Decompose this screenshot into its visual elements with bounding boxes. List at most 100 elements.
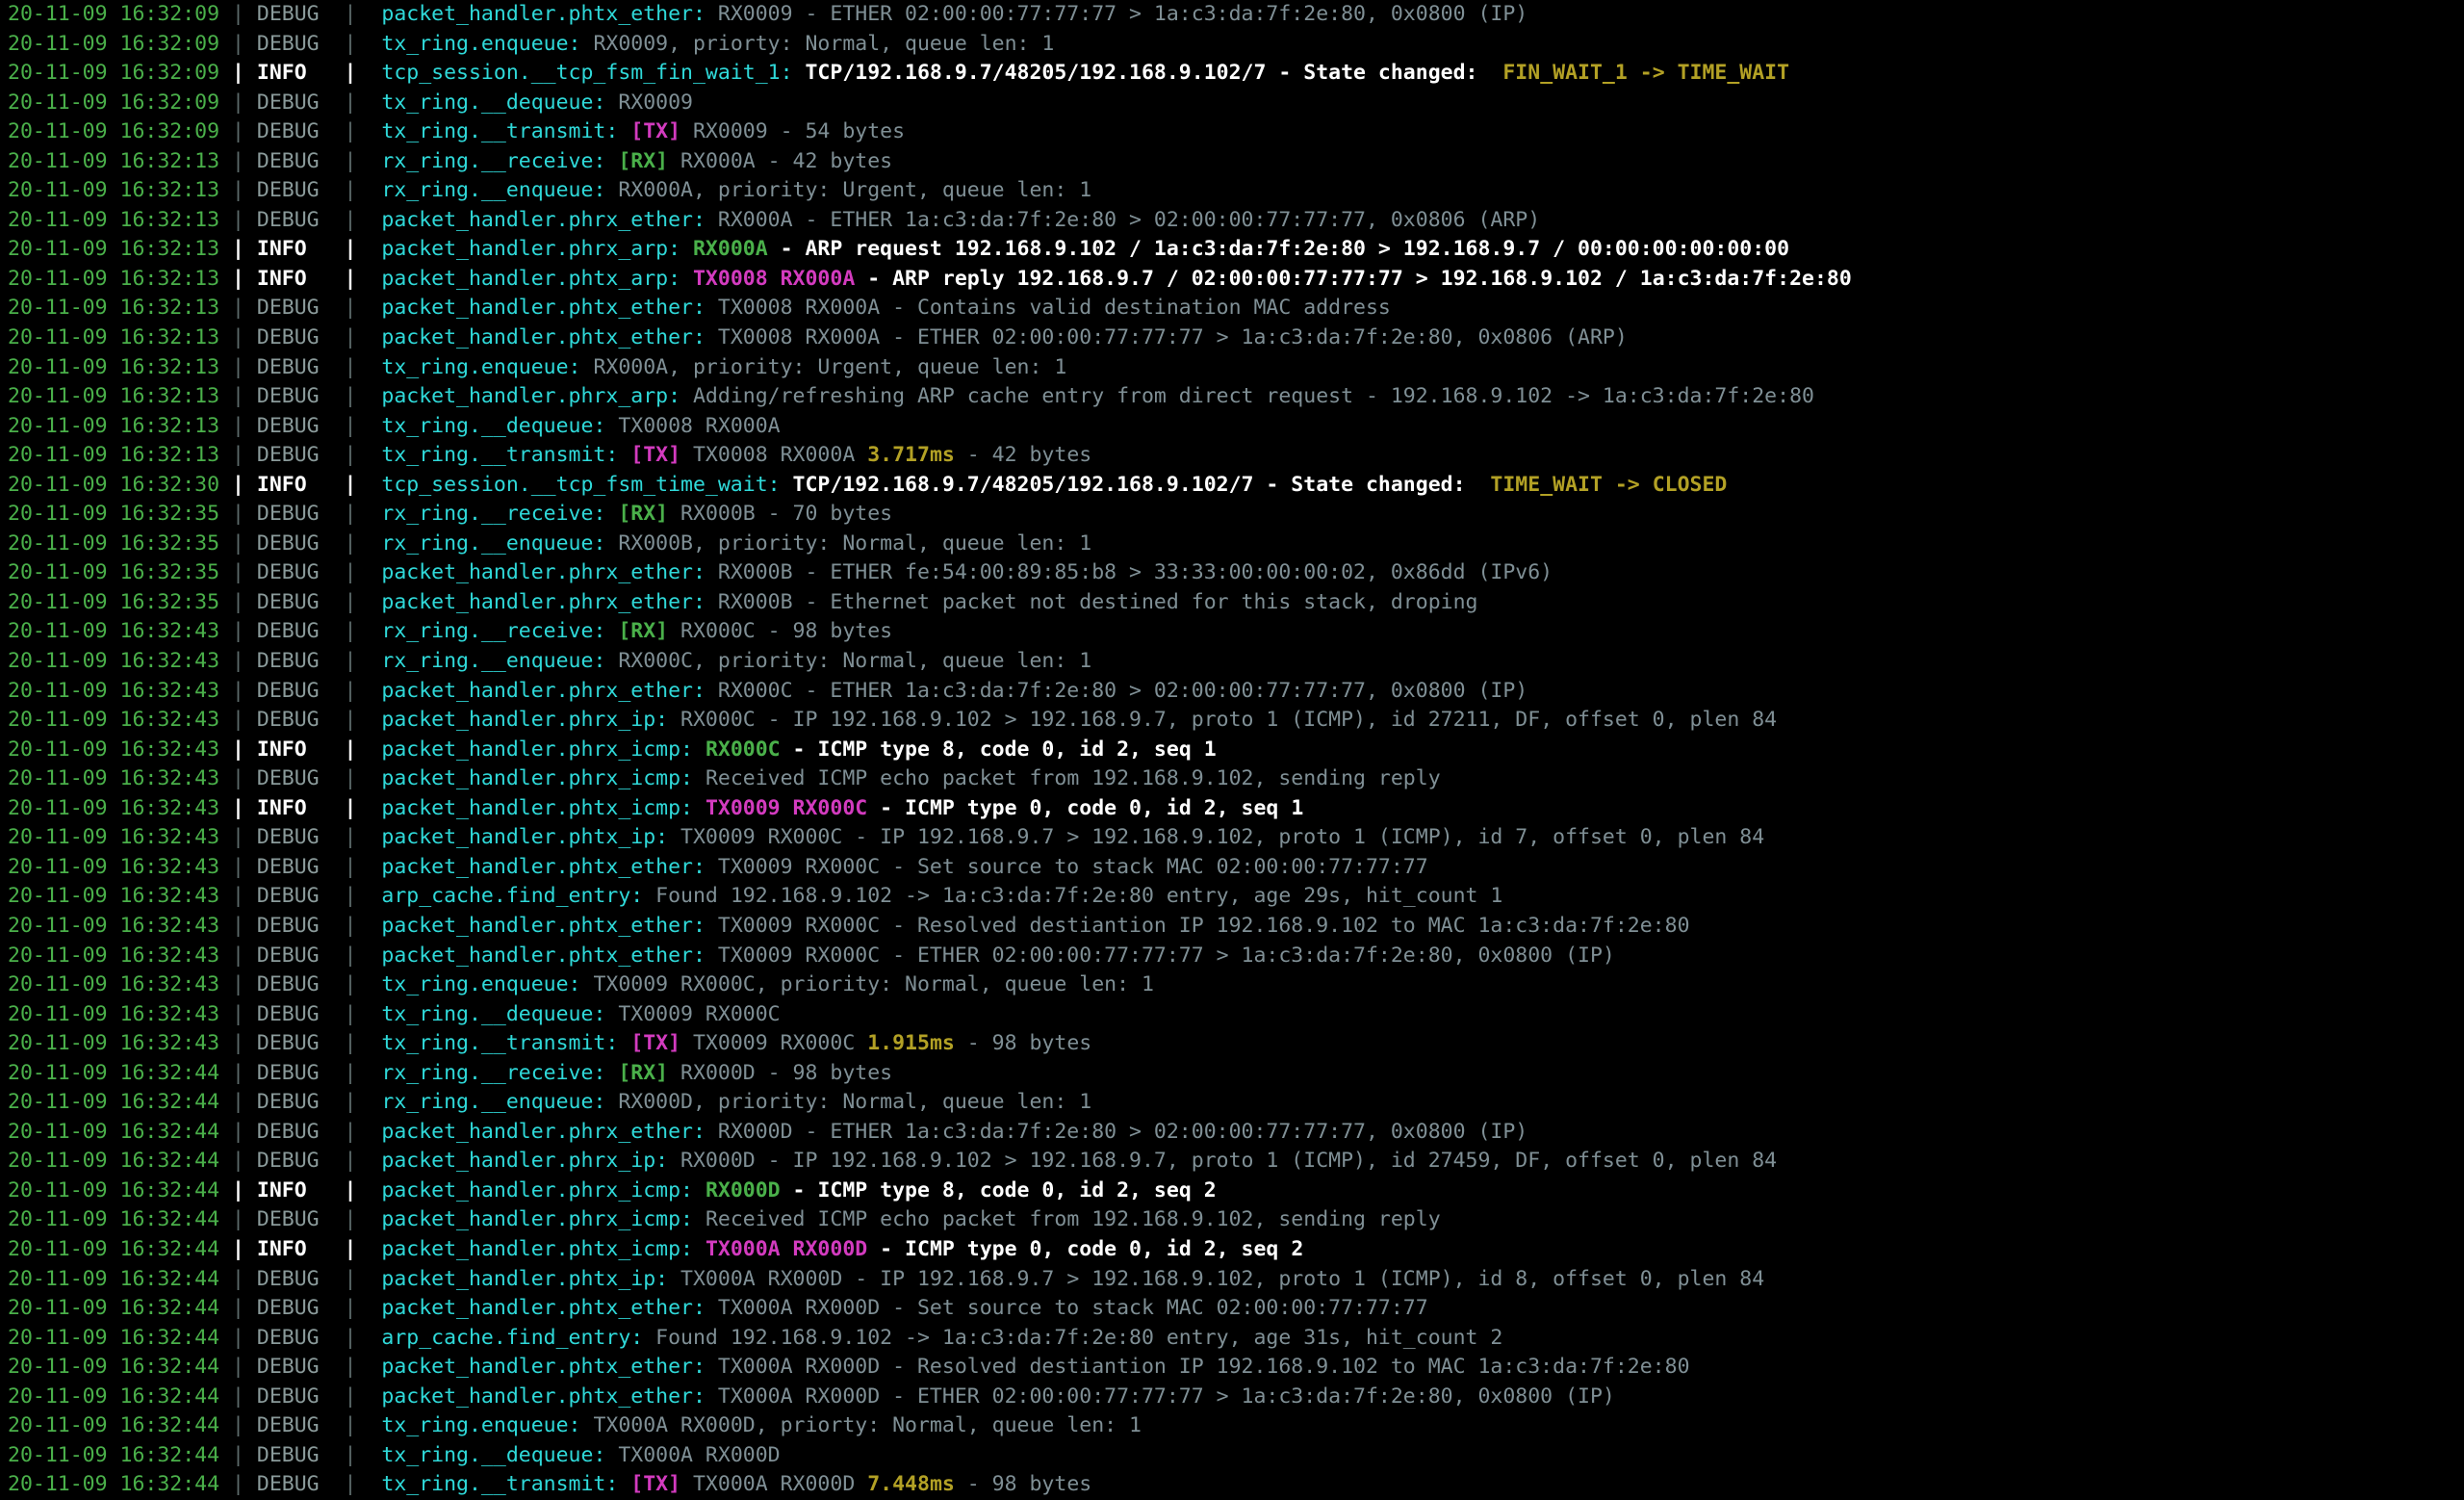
log-level-padding	[320, 825, 345, 849]
log-module: tcp_session.__tcp_fsm_fin_wait_1	[381, 61, 781, 86]
log-module: packet_handler.phtx_ether	[381, 2, 693, 26]
log-level-padding	[320, 1355, 345, 1379]
log-message: - ICMP type 0, code 0, id 2, seq 1	[867, 795, 1304, 820]
log-separator: |	[219, 1325, 257, 1350]
log-separator: |	[344, 1207, 382, 1232]
log-module: packet_handler.phrx_arp	[381, 384, 669, 409]
tx-packet-label: [TX]	[630, 119, 681, 144]
log-line: 20-11-09 16:32:44 | INFO | packet_handle…	[0, 1235, 2464, 1265]
log-separator: |	[344, 178, 382, 203]
log-level-padding	[320, 619, 345, 643]
log-level-padding	[320, 1296, 345, 1320]
log-timestamp: 20-11-09 16:32:43	[8, 972, 220, 997]
log-timestamp: 20-11-09 16:32:43	[8, 795, 220, 820]
log-timestamp: 20-11-09 16:32:44	[8, 1119, 220, 1144]
log-level: DEBUG	[256, 1090, 320, 1115]
log-timestamp: 20-11-09 16:32:13	[8, 178, 220, 203]
log-timestamp: 20-11-09 16:32:13	[8, 413, 220, 438]
log-module: packet_handler.phrx_arp	[381, 237, 669, 262]
log-level: DEBUG	[256, 619, 320, 644]
log-level: DEBUG	[256, 296, 320, 321]
log-module-colon: :	[680, 737, 706, 762]
log-module-colon: :	[692, 325, 718, 350]
log-module-colon: :	[605, 119, 631, 144]
log-timestamp: 20-11-09 16:32:43	[8, 1001, 220, 1026]
log-message: - ARP reply 192.168.9.7 / 02:00:00:77:77…	[855, 266, 1852, 291]
log-message: RX000B, priority: Normal, queue len: 1	[618, 530, 1092, 556]
log-level-padding	[320, 1384, 345, 1409]
log-separator: |	[344, 1090, 382, 1115]
log-level-padding	[307, 1237, 345, 1261]
log-separator: |	[219, 413, 257, 438]
log-timestamp: 20-11-09 16:32:44	[8, 1060, 220, 1085]
log-separator: |	[219, 384, 257, 409]
log-separator: |	[219, 61, 257, 86]
log-separator: |	[219, 502, 257, 527]
log-module-colon: :	[680, 1177, 706, 1203]
log-message: RX000D - IP 192.168.9.102 > 192.168.9.7,…	[680, 1149, 1778, 1174]
log-module: tcp_session.__tcp_fsm_time_wait	[381, 472, 768, 497]
log-message: - ARP request 192.168.9.102 / 1a:c3:da:7…	[767, 237, 1790, 262]
log-message: RX000D, priority: Normal, queue len: 1	[618, 1090, 1092, 1115]
log-message: Found 192.168.9.102 -> 1a:c3:da:7f:2e:80…	[655, 1325, 1503, 1350]
terminal-log-viewport[interactable]: 20-11-09 16:32:09 | DEBUG | packet_handl…	[0, 0, 2464, 1496]
log-module-colon: :	[680, 1236, 706, 1261]
log-module: tx_ring.__transmit	[381, 1031, 606, 1056]
log-module-colon: :	[692, 1384, 718, 1409]
log-module-colon: :	[593, 1060, 619, 1085]
log-message: Adding/refreshing ARP cache entry from d…	[692, 384, 1814, 409]
log-message: RX0009, priorty: Normal, queue len: 1	[593, 31, 1055, 56]
log-separator: |	[344, 325, 382, 350]
tx-packet-label: [TX]	[630, 443, 681, 468]
log-separator: |	[219, 884, 257, 909]
log-message: TX0008 RX000A - Contains valid destinati…	[717, 296, 1391, 321]
log-line: 20-11-09 16:32:43 | INFO | packet_handle…	[0, 736, 2464, 765]
log-separator: |	[344, 678, 382, 703]
log-separator: |	[344, 1413, 382, 1438]
log-separator: |	[219, 1296, 257, 1321]
log-module: packet_handler.phtx_ether	[381, 1384, 693, 1409]
log-level: DEBUG	[256, 530, 320, 556]
log-separator: |	[219, 237, 257, 262]
log-message: TX0008 RX000A - ETHER 02:00:00:77:77:77 …	[717, 325, 1628, 350]
log-line: 20-11-09 16:32:43 | DEBUG | tx_ring.__tr…	[0, 1029, 2464, 1059]
log-timestamp: 20-11-09 16:32:35	[8, 502, 220, 527]
log-message: - ICMP type 8, code 0, id 2, seq 2	[780, 1177, 1217, 1203]
log-level-padding	[320, 1267, 345, 1291]
log-separator: |	[219, 678, 257, 703]
log-module-colon: :	[593, 619, 619, 644]
log-separator: |	[219, 1119, 257, 1144]
log-level: DEBUG	[256, 2, 320, 26]
log-line: 20-11-09 16:32:43 | DEBUG | rx_ring.__re…	[0, 617, 2464, 647]
log-line: 20-11-09 16:32:44 | INFO | packet_handle…	[0, 1177, 2464, 1206]
log-message: RX000D - ETHER 1a:c3:da:7f:2e:80 > 02:00…	[717, 1119, 1528, 1144]
log-message: TX0009 RX000C	[618, 1001, 781, 1026]
log-line: 20-11-09 16:32:43 | DEBUG | tx_ring.enqu…	[0, 970, 2464, 1000]
log-level-padding	[320, 178, 345, 202]
log-separator: |	[219, 1090, 257, 1115]
log-timestamp: 20-11-09 16:32:44	[8, 1413, 220, 1438]
log-level-padding	[320, 1031, 345, 1055]
log-separator: |	[344, 1001, 382, 1026]
log-separator: |	[344, 119, 382, 144]
log-line: 20-11-09 16:32:44 | DEBUG | tx_ring.__de…	[0, 1441, 2464, 1471]
log-module-colon: :	[593, 178, 619, 203]
log-message: TX0009 RX000C - IP 192.168.9.7 > 192.168…	[680, 825, 1765, 850]
log-separator: |	[344, 1296, 382, 1321]
log-module-colon: :	[593, 1001, 619, 1026]
log-level-padding	[307, 796, 345, 820]
log-separator: |	[344, 913, 382, 938]
tx-packet-label: [TX]	[630, 1472, 681, 1497]
log-line: 20-11-09 16:32:13 | DEBUG | packet_handl…	[0, 206, 2464, 236]
log-level-padding	[320, 649, 345, 673]
log-level-padding	[320, 149, 345, 173]
log-line: 20-11-09 16:32:09 | DEBUG | tx_ring.enqu…	[0, 30, 2464, 60]
log-timestamp: 20-11-09 16:32:09	[8, 61, 220, 86]
log-separator: |	[344, 2, 382, 26]
log-level: DEBUG	[256, 90, 320, 115]
rx-packet-label: RX000D	[705, 1177, 781, 1203]
log-level: DEBUG	[256, 178, 320, 203]
log-level: DEBUG	[256, 678, 320, 703]
log-level: INFO	[256, 237, 307, 262]
log-separator: |	[344, 148, 382, 173]
